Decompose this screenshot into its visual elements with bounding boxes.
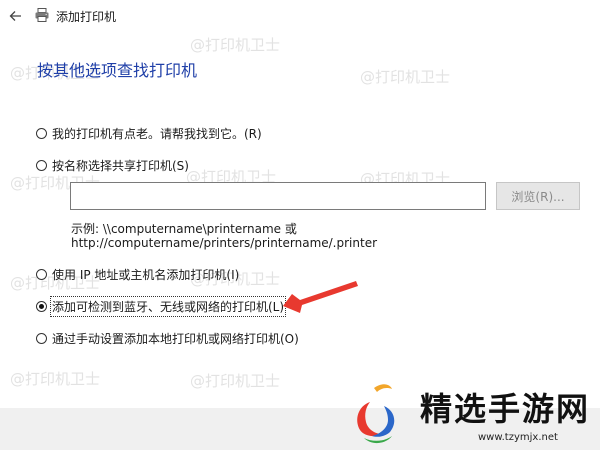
browse-button[interactable]: 浏览(R)... <box>496 182 580 210</box>
back-button[interactable] <box>6 6 26 26</box>
example-text: 示例: \\computername\printername 或 <box>71 222 297 236</box>
watermark: @打印机卫士 <box>190 36 281 54</box>
radio-button[interactable] <box>36 160 47 171</box>
option-label: 添加可检测到蓝牙、无线或网络的打印机(L) <box>49 296 287 317</box>
page-title: 按其他选项查找打印机 <box>37 61 198 80</box>
option-ip-or-hostname[interactable]: 使用 IP 地址或主机名添加打印机(I) <box>36 266 239 283</box>
radio-button[interactable] <box>36 269 47 280</box>
radio-button[interactable] <box>36 128 47 139</box>
option-label: 使用 IP 地址或主机名添加打印机(I) <box>52 268 240 282</box>
option-label: 我的打印机有点老。请帮我找到它。(R) <box>52 127 262 141</box>
window-title: 添加打印机 <box>56 10 117 24</box>
option-bluetooth-wireless-network[interactable]: 添加可检测到蓝牙、无线或网络的打印机(L) <box>36 296 287 317</box>
shared-printer-name-input[interactable] <box>70 182 486 210</box>
option-label: 通过手动设置添加本地打印机或网络打印机(O) <box>52 332 299 346</box>
radio-button-checked[interactable] <box>36 301 47 312</box>
watermark: @打印机卫士 <box>190 372 281 390</box>
option-label: 按名称选择共享打印机(S) <box>52 159 189 173</box>
radio-button[interactable] <box>36 333 47 344</box>
option-shared-printer-by-name[interactable]: 按名称选择共享打印机(S) <box>36 157 189 174</box>
watermark: @打印机卫士 <box>360 68 451 86</box>
brand-url: www.tzymjx.net <box>478 432 558 443</box>
brand-name: 精选手游网 <box>420 390 591 428</box>
watermark: @打印机卫士 <box>10 370 101 388</box>
printer-icon <box>35 8 49 22</box>
brand-logo-icon <box>357 384 395 444</box>
back-arrow-icon <box>9 11 21 21</box>
example-text: http://computername/printers/printername… <box>71 236 378 250</box>
title-bar: 添加打印机 <box>0 0 600 32</box>
option-manual-local-or-network[interactable]: 通过手动设置添加本地打印机或网络打印机(O) <box>36 330 299 347</box>
option-old-printer[interactable]: 我的打印机有点老。请帮我找到它。(R) <box>36 125 262 142</box>
